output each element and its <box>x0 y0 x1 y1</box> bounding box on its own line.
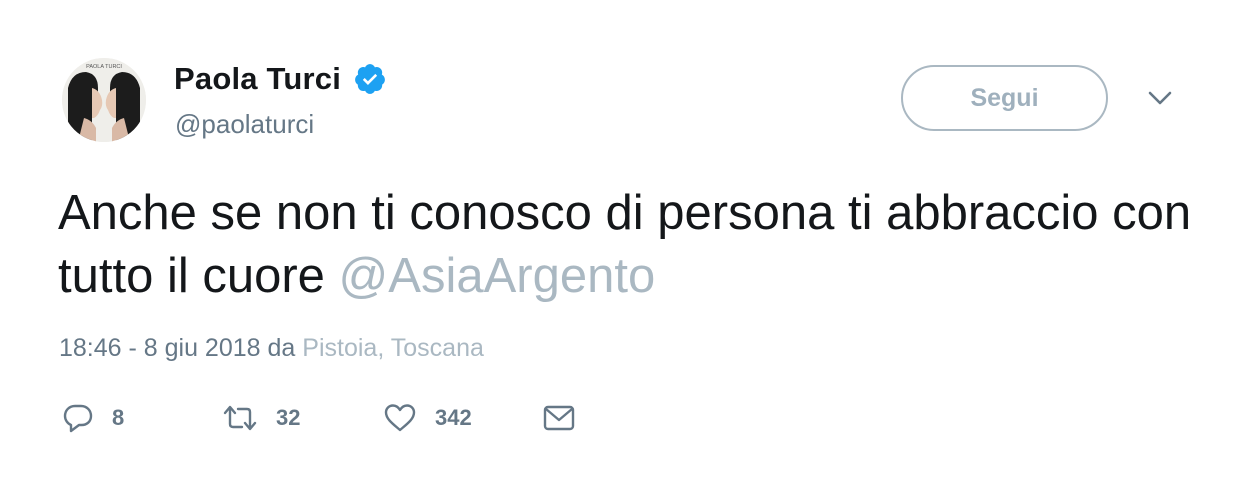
like-count: 342 <box>435 405 472 430</box>
reply-button[interactable]: 8 <box>62 398 124 438</box>
follow-button[interactable]: Segui <box>901 65 1108 131</box>
reply-icon <box>63 404 93 433</box>
display-name[interactable]: Paola Turci <box>174 61 341 97</box>
envelope-icon <box>543 405 575 431</box>
direct-message-button[interactable] <box>542 398 576 438</box>
user-handle[interactable]: @paolaturci <box>175 109 314 140</box>
follow-button-label: Segui <box>970 83 1039 112</box>
tweet-location[interactable]: Pistoia, Toscana <box>302 334 484 362</box>
like-button[interactable]: 342 <box>383 398 472 438</box>
reply-count: 8 <box>112 405 125 430</box>
verified-badge-icon <box>353 62 387 96</box>
retweet-count: 32 <box>276 405 301 430</box>
retweet-button[interactable]: 32 <box>222 398 300 438</box>
tweet-text: Anche se non ti conosco di persona ti ab… <box>58 182 1198 308</box>
user-name-row: Paola Turci <box>174 59 387 99</box>
mention-link[interactable]: @AsiaArgento <box>339 249 656 303</box>
tweet-timestamp[interactable]: 18:46 - 8 giu 2018 <box>59 334 261 362</box>
retweet-icon <box>223 405 257 431</box>
avatar-caption: PAOLA TURCI <box>86 64 122 70</box>
meta-da: da <box>267 334 296 362</box>
chevron-down-icon[interactable] <box>1148 90 1172 106</box>
tweet-meta: 18:46 - 8 giu 2018 da Pistoia, Toscana <box>59 334 484 363</box>
avatar[interactable]: PAOLA TURCI <box>62 58 146 142</box>
avatar-image: PAOLA TURCI <box>62 58 146 142</box>
tweet-actions: 8 32 342 <box>0 398 700 438</box>
tweet-card: PAOLA TURCI Paola Turci @paolaturci Segu… <box>0 0 1246 492</box>
heart-icon <box>384 404 416 432</box>
